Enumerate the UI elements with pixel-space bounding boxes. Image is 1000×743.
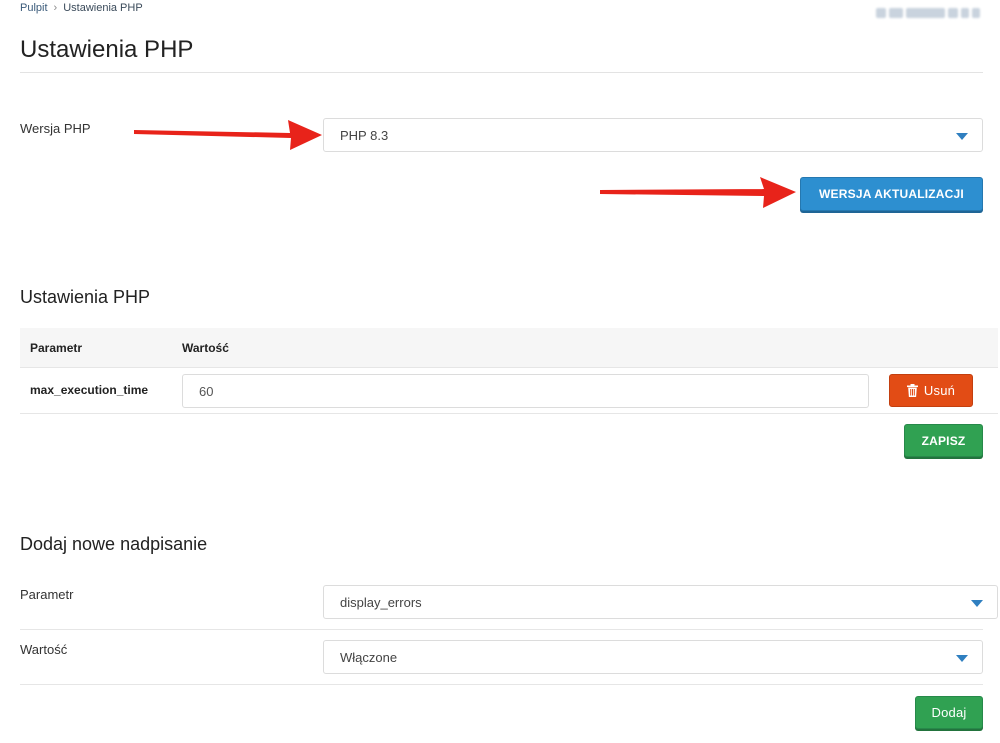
php-version-select-value: PHP 8.3: [340, 127, 389, 143]
annotation-arrow-icon: [600, 177, 796, 208]
page-title: Ustawienia PHP: [20, 36, 194, 63]
column-header-value: Wartość: [182, 341, 229, 355]
breadcrumb: Pulpit › Ustawienia PHP: [20, 2, 143, 14]
annotation-arrow-icon: [134, 120, 322, 150]
caret-down-icon: [956, 133, 968, 140]
save-button[interactable]: ZAPISZ: [904, 424, 983, 457]
settings-section-title: Ustawienia PHP: [20, 287, 151, 307]
new-param-select-value: display_errors: [340, 594, 422, 610]
chevron-right-icon: ›: [53, 2, 58, 14]
new-param-select[interactable]: display_errors: [323, 585, 998, 619]
add-override-button[interactable]: Dodaj: [915, 696, 983, 729]
caret-down-icon: [971, 600, 983, 607]
update-version-button[interactable]: WERSJA AKTUALIZACJI: [800, 177, 983, 211]
form-divider: [20, 684, 983, 685]
row-value-input[interactable]: 60: [182, 374, 869, 408]
breadcrumb-current: Ustawienia PHP: [63, 2, 143, 14]
new-value-select[interactable]: Włączone: [323, 640, 983, 674]
trash-icon: [906, 384, 918, 397]
column-header-param: Parametr: [30, 341, 83, 355]
php-version-label: Wersja PHP: [20, 121, 91, 136]
new-value-select-value: Włączone: [340, 649, 398, 665]
title-divider: [20, 72, 983, 73]
table-row: max_execution_time 60 Usuń: [20, 368, 998, 414]
row-value-text: 60: [199, 383, 214, 399]
delete-row-label: Usuń: [923, 383, 956, 398]
php-version-select[interactable]: PHP 8.3: [323, 118, 983, 152]
delete-row-button[interactable]: Usuń: [889, 374, 973, 407]
new-param-label: Parametr: [20, 587, 74, 602]
new-override-section-title: Dodaj nowe nadpisanie: [20, 534, 208, 554]
settings-table-header: Parametr Wartość: [20, 328, 998, 368]
form-divider: [20, 629, 983, 630]
caret-down-icon: [956, 655, 968, 662]
user-account-redacted[interactable]: [876, 6, 980, 20]
new-value-label: Wartość: [20, 642, 68, 657]
breadcrumb-home-link[interactable]: Pulpit: [20, 2, 48, 14]
row-param-name: max_execution_time: [30, 383, 149, 397]
